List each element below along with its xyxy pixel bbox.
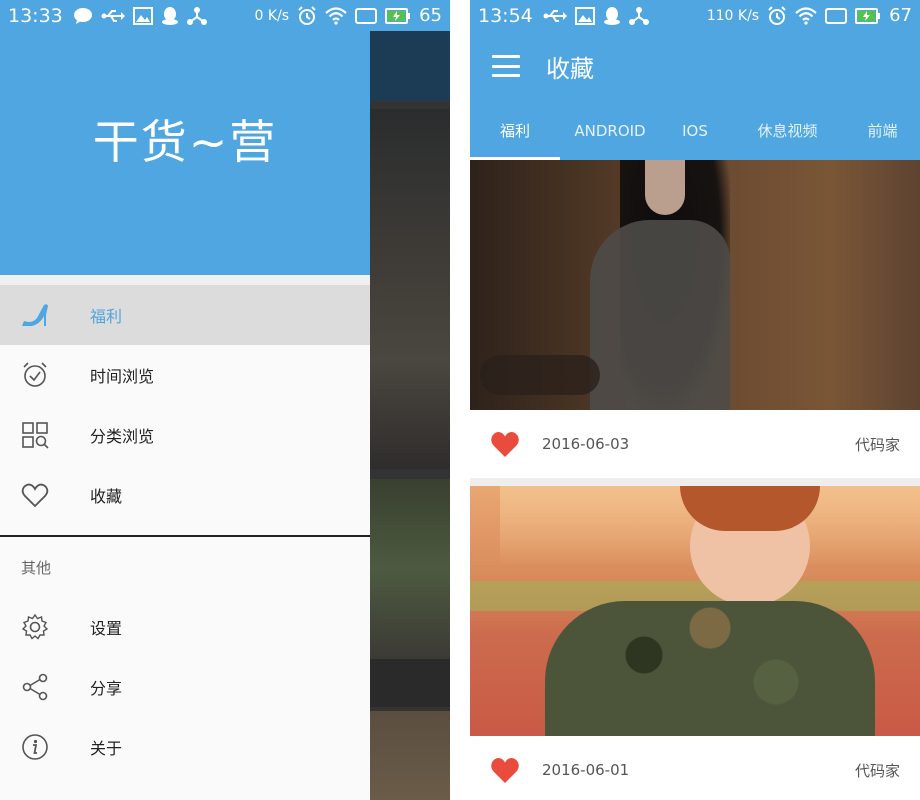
- status-bar: 13:54 110 K/s 67: [470, 0, 920, 31]
- category-tabs: 福利 ANDROID IOS 休息视频 前端: [470, 101, 920, 160]
- battery-charging-icon: [855, 7, 881, 24]
- info-icon: [20, 732, 50, 762]
- nav-item-favorites[interactable]: 收藏: [0, 465, 370, 525]
- share-icon: [20, 672, 50, 702]
- left-screen: 13:33 0 K/s 65 干货~营 福利 时间浏览 分类浏览 收藏 其他 设…: [0, 0, 450, 800]
- chat-bubble-icon: [73, 7, 92, 24]
- card-meta: 2016-06-01 代码家: [470, 736, 920, 800]
- image-icon: [132, 6, 153, 25]
- alarm-icon: [298, 5, 316, 25]
- sim-card-icon: [355, 7, 378, 24]
- tab-frontend[interactable]: 前端: [845, 101, 920, 160]
- drawer-divider: [0, 535, 370, 537]
- gear-icon: [20, 612, 50, 642]
- network-hub-icon: [628, 6, 649, 25]
- card-photo[interactable]: [470, 160, 920, 410]
- usb-icon: [543, 9, 567, 22]
- favorite-card[interactable]: 2016-06-03 代码家: [470, 160, 920, 478]
- usb-icon: [101, 9, 125, 22]
- nav-item-time-browse[interactable]: 时间浏览: [0, 345, 370, 405]
- app-title: 干货~营: [92, 114, 278, 169]
- nav-item-label: 关于: [90, 739, 123, 758]
- card-photo[interactable]: [470, 486, 920, 736]
- drawer-spacer: [0, 275, 370, 285]
- heart-filled-icon[interactable]: [490, 756, 520, 784]
- page-title: 收藏: [546, 54, 594, 83]
- tab-ios[interactable]: IOS: [660, 101, 730, 160]
- nav-item-about[interactable]: 关于: [0, 717, 370, 777]
- high-heel-icon: [20, 300, 50, 330]
- nav-item-share[interactable]: 分享: [0, 657, 370, 717]
- menu-icon[interactable]: [492, 55, 520, 77]
- card-author: 代码家: [854, 761, 900, 780]
- card-author: 代码家: [854, 435, 900, 454]
- drawer-header: 干货~营: [0, 0, 370, 275]
- tab-welfare[interactable]: 福利: [470, 101, 560, 160]
- wifi-icon: [325, 6, 347, 25]
- nav-item-label: 福利: [90, 307, 123, 326]
- nav-item-label: 收藏: [90, 487, 123, 506]
- nav-item-label: 设置: [90, 619, 123, 638]
- right-screen: 13:54 110 K/s 67 收藏 福利 ANDROID IOS 休息视频 …: [470, 0, 920, 800]
- nav-item-label: 分享: [90, 679, 123, 698]
- tab-rest-video[interactable]: 休息视频: [730, 101, 845, 160]
- nav-item-welfare[interactable]: 福利: [0, 285, 370, 345]
- nav-item-label: 时间浏览: [90, 367, 155, 386]
- card-date: 2016-06-03: [542, 435, 630, 453]
- status-bar: 13:33 0 K/s 65: [0, 0, 450, 31]
- tab-android[interactable]: ANDROID: [560, 101, 660, 160]
- sim-card-icon: [825, 7, 848, 24]
- qq-penguin-icon: [161, 6, 178, 25]
- image-icon: [574, 6, 595, 25]
- grid-search-icon: [20, 420, 50, 450]
- network-speed: 0 K/s: [254, 7, 290, 24]
- status-time: 13:54: [478, 4, 533, 27]
- battery-level: 67: [889, 5, 912, 26]
- navigation-drawer: 干货~营 福利 时间浏览 分类浏览 收藏 其他 设置 分享 关于: [0, 0, 370, 800]
- battery-charging-icon: [385, 7, 411, 24]
- nav-item-settings[interactable]: 设置: [0, 597, 370, 657]
- network-hub-icon: [186, 6, 207, 25]
- favorite-card[interactable]: 2016-06-01 代码家: [470, 486, 920, 800]
- section-label-other: 其他: [21, 559, 52, 577]
- app-bar: 收藏: [470, 31, 920, 101]
- nav-item-label: 分类浏览: [90, 427, 155, 446]
- nav-item-category-browse[interactable]: 分类浏览: [0, 405, 370, 465]
- card-meta: 2016-06-03 代码家: [470, 410, 920, 478]
- card-date: 2016-06-01: [542, 761, 630, 779]
- qq-penguin-icon: [603, 6, 620, 25]
- heart-outline-icon: [20, 480, 50, 510]
- wifi-icon: [795, 6, 817, 25]
- status-time: 13:33: [8, 4, 63, 27]
- alarm-icon: [768, 5, 786, 25]
- heart-filled-icon[interactable]: [490, 430, 520, 458]
- battery-level: 65: [419, 5, 442, 26]
- network-speed: 110 K/s: [706, 7, 760, 24]
- alarm-clock-icon: [20, 360, 50, 390]
- dimmed-background-content[interactable]: [370, 31, 450, 800]
